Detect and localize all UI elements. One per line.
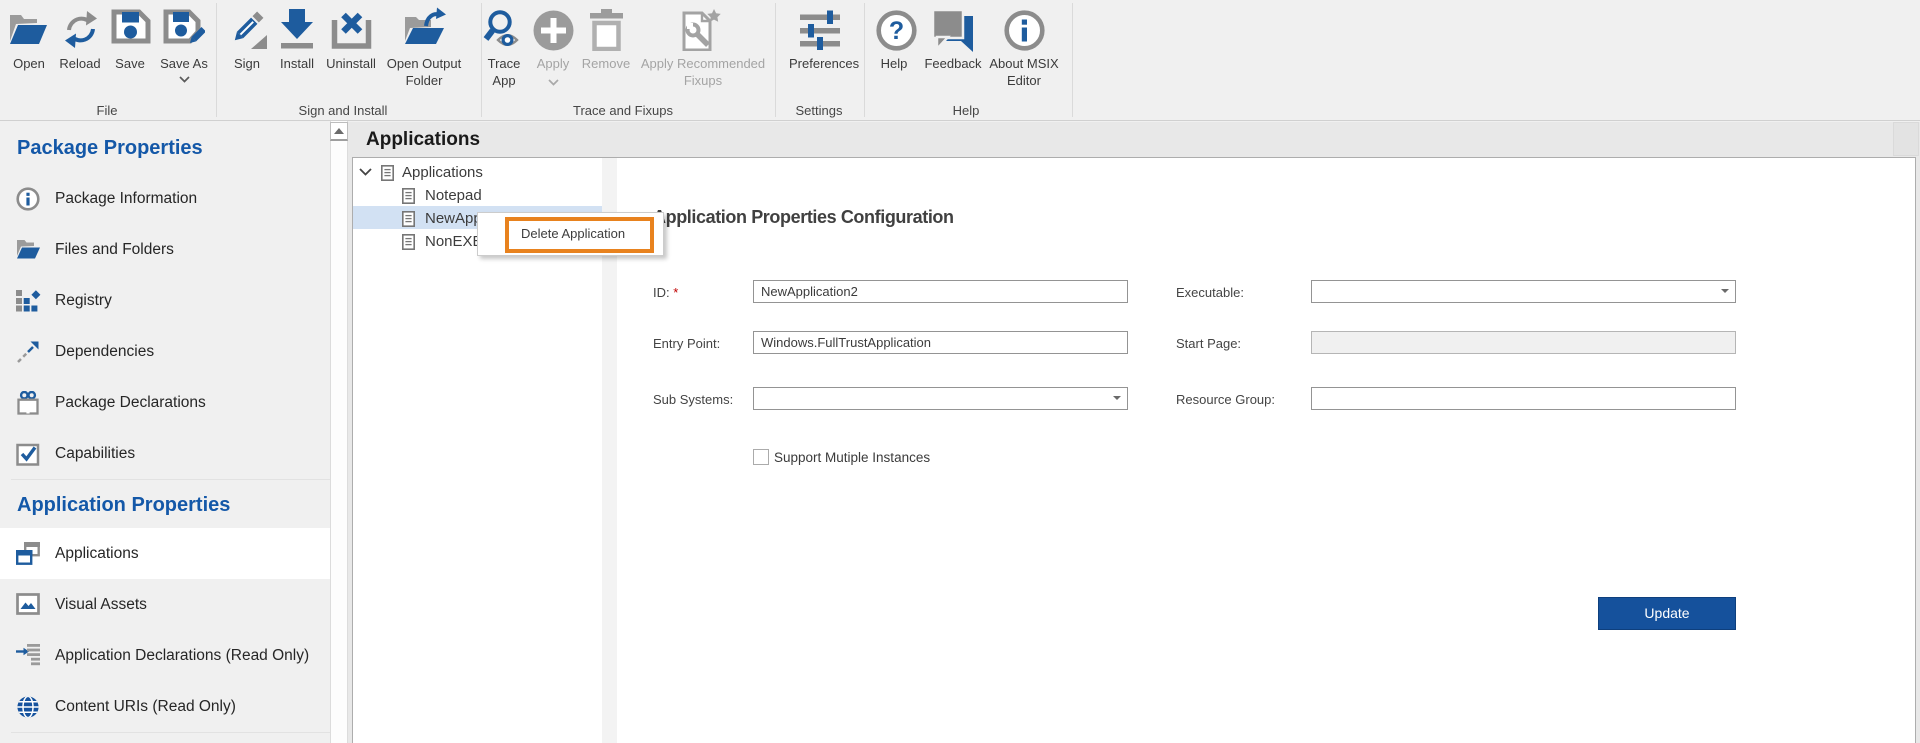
svg-text:?: ? — [889, 17, 904, 45]
